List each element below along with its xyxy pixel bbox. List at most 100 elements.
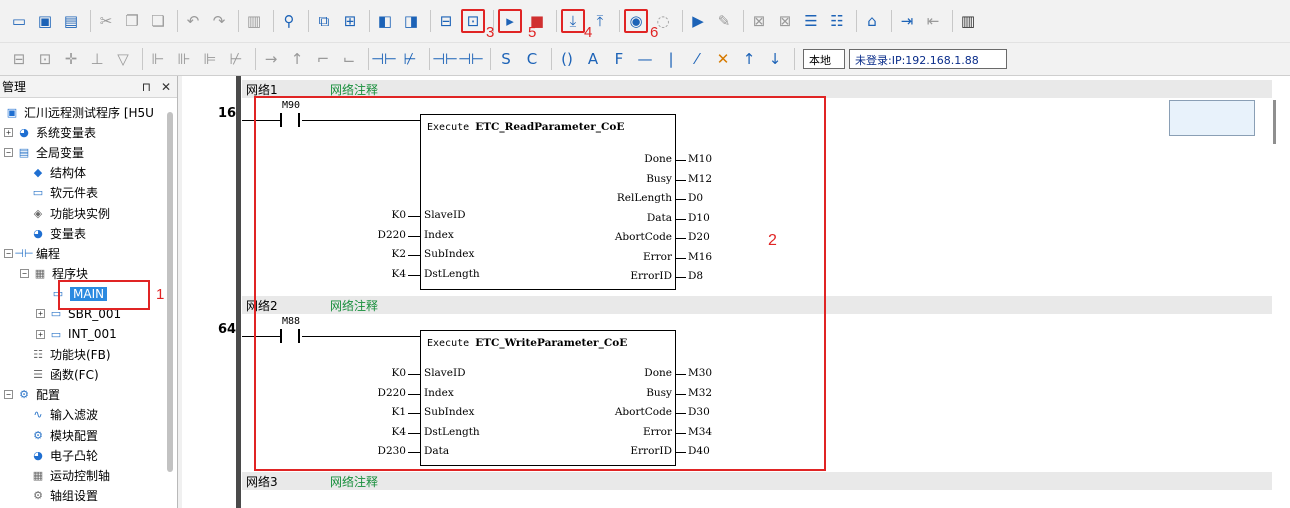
axisgroup-icon: ⚙: [33, 489, 43, 503]
login-icon[interactable]: ⇥: [896, 10, 918, 32]
compile-all-icon[interactable]: ⊡: [461, 9, 485, 33]
tree-scrollbar[interactable]: [167, 112, 173, 472]
tree-node-int[interactable]: + ▭ INT_001: [0, 324, 177, 344]
tree-node-axis-group[interactable]: ⚙ 轴组设置: [0, 486, 177, 506]
rising-contact-icon[interactable]: ⊣⊢: [432, 48, 458, 70]
block-f-icon[interactable]: F: [608, 48, 630, 70]
tree-node-var-table[interactable]: ◕ 变量表: [0, 223, 177, 243]
branch-close-icon[interactable]: ⊬: [225, 48, 247, 70]
network-icon[interactable]: ⧉: [313, 10, 335, 32]
branch-right-icon[interactable]: ⊫: [199, 48, 221, 70]
table-icon: ▤: [18, 145, 30, 159]
tree-node-ecam[interactable]: ◕ 电子凸轮: [0, 445, 177, 465]
window-icon[interactable]: ◧: [374, 10, 396, 32]
monitor-icon[interactable]: ◉: [624, 9, 648, 33]
coil-icon[interactable]: (): [556, 48, 578, 70]
no-contact-icon[interactable]: ⊣⊢: [371, 48, 397, 70]
tree-node-global-vars[interactable]: − ▤ 全局变量: [0, 142, 177, 162]
device-icon[interactable]: ⊞: [339, 10, 361, 32]
cut-icon[interactable]: ✂: [95, 10, 117, 32]
line-v-icon[interactable]: |: [660, 48, 682, 70]
insert-row-icon[interactable]: ✛: [60, 48, 82, 70]
panel-icon[interactable]: ▥: [957, 10, 979, 32]
window-split-icon[interactable]: ◨: [400, 10, 422, 32]
tree-node-programming[interactable]: − ⊣⊢ 编程: [0, 243, 177, 263]
network-header-3[interactable]: 网络3 网络注释: [242, 472, 1272, 490]
download-icon[interactable]: ⤓: [561, 9, 585, 33]
toolbar-separator: [794, 48, 795, 70]
align-all-icon[interactable]: ☷: [826, 10, 848, 32]
insert-down-icon[interactable]: ⊥: [86, 48, 108, 70]
insert-col-icon[interactable]: ⊩: [147, 48, 169, 70]
run-icon[interactable]: ▸: [498, 9, 522, 33]
vline-icon[interactable]: ↑: [286, 48, 308, 70]
logout-icon[interactable]: ⇤: [922, 10, 944, 32]
undo-icon[interactable]: ↶: [182, 10, 204, 32]
edit-icon[interactable]: ✎: [713, 10, 735, 32]
test-icon[interactable]: ⌂: [861, 10, 883, 32]
search-icon[interactable]: ⚲: [278, 10, 300, 32]
tree-node-struct[interactable]: ◆ 结构体: [0, 163, 177, 183]
step-icon[interactable]: ⊟: [8, 48, 30, 70]
close-icon[interactable]: ✕: [161, 80, 171, 94]
tree-node-fb[interactable]: ☷ 功能块(FB): [0, 344, 177, 364]
set-icon[interactable]: S: [495, 48, 517, 70]
align-icon[interactable]: ☰: [800, 10, 822, 32]
paste-icon[interactable]: ❏: [147, 10, 169, 32]
pin-icon[interactable]: ⊓: [142, 80, 151, 94]
callout-1: 1: [156, 285, 165, 303]
ladder-toolbar: ⊟ ⊡ ✛ ⊥ ▽ ⊩ ⊪ ⊫ ⊬ → ↑ ⌐ ⌙ ⊣⊢ ⊬ ⊣⊢ ⊣⊢ S C…: [0, 43, 1290, 76]
delete-icon[interactable]: ▥: [243, 10, 265, 32]
branch-icon[interactable]: ⊪: [173, 48, 195, 70]
block-a-icon[interactable]: A: [582, 48, 604, 70]
editor-scrollbar[interactable]: [1273, 100, 1276, 144]
toolbar-separator: [368, 48, 369, 70]
tree-node-config[interactable]: − ⚙ 配置: [0, 385, 177, 405]
toolbar-separator: [619, 10, 620, 32]
down-arrow-icon[interactable]: ↓: [764, 48, 786, 70]
expand-icon[interactable]: +: [36, 329, 45, 339]
toolbar-separator: [743, 10, 744, 32]
tree-node-fb-instance[interactable]: ◈ 功能块实例: [0, 203, 177, 223]
connection-status[interactable]: 未登录:IP:192.168.1.88: [849, 49, 1007, 69]
redo-icon[interactable]: ↷: [208, 10, 230, 32]
save-icon[interactable]: ▣: [34, 10, 56, 32]
tree-node-device-table[interactable]: ▭ 软元件表: [0, 183, 177, 203]
compile-icon[interactable]: ⊟: [435, 10, 457, 32]
convert-icon[interactable]: ⊠: [748, 10, 770, 32]
main-toolbar: ▭ ▣ ▤ ✂ ❐ ❏ ↶ ↷ ▥ ⚲ ⧉ ⊞ ◧ ◨ ⊟ ⊡ ▸ ■ ⤓ ⤒ …: [0, 0, 1290, 43]
collapse-icon[interactable]: −: [4, 390, 13, 400]
save-all-icon[interactable]: ▤: [60, 10, 82, 32]
tree-node-system-vars[interactable]: + ◕ 系统变量表: [0, 122, 177, 142]
expand-icon[interactable]: +: [36, 309, 45, 319]
expand-icon[interactable]: +: [4, 127, 13, 137]
debug-icon[interactable]: ▶: [687, 10, 709, 32]
line-cut-icon[interactable]: ⁄: [686, 48, 708, 70]
monitor-icon: ▣: [6, 105, 18, 119]
segment-icon[interactable]: ⊡: [34, 48, 56, 70]
coil-c-icon[interactable]: C: [521, 48, 543, 70]
corner-icon[interactable]: ⌐: [312, 48, 334, 70]
collapse-icon[interactable]: −: [4, 248, 13, 258]
collapse-icon[interactable]: −: [20, 269, 29, 279]
hline-icon[interactable]: →: [260, 48, 282, 70]
corner2-icon[interactable]: ⌙: [338, 48, 360, 70]
toolbar-separator: [891, 10, 892, 32]
open-folder-icon[interactable]: ▭: [8, 10, 30, 32]
falling-contact-icon[interactable]: ⊣⊢: [458, 48, 484, 70]
delete-line-icon[interactable]: ✕: [712, 48, 734, 70]
minimap[interactable]: [1169, 100, 1255, 136]
up-arrow-icon[interactable]: ↑: [738, 48, 760, 70]
collapse-icon[interactable]: −: [4, 147, 13, 157]
tree-node-fc[interactable]: ☰ 函数(FC): [0, 364, 177, 384]
tree-node-motion-axis[interactable]: ▦ 运动控制轴: [0, 465, 177, 485]
delete-down-icon[interactable]: ▽: [112, 48, 134, 70]
tree-node-input-filter[interactable]: ∿ 输入滤波: [0, 405, 177, 425]
line-h-icon[interactable]: —: [634, 48, 656, 70]
nc-contact-icon[interactable]: ⊬: [399, 48, 421, 70]
tree-node-module-config[interactable]: ⚙ 模块配置: [0, 425, 177, 445]
copy-icon[interactable]: ❐: [121, 10, 143, 32]
convert-all-icon[interactable]: ⊠: [774, 10, 796, 32]
local-mode-button[interactable]: 本地: [803, 49, 845, 69]
tree-node-project[interactable]: ▣ 汇川远程测试程序 [H5U: [0, 102, 177, 122]
